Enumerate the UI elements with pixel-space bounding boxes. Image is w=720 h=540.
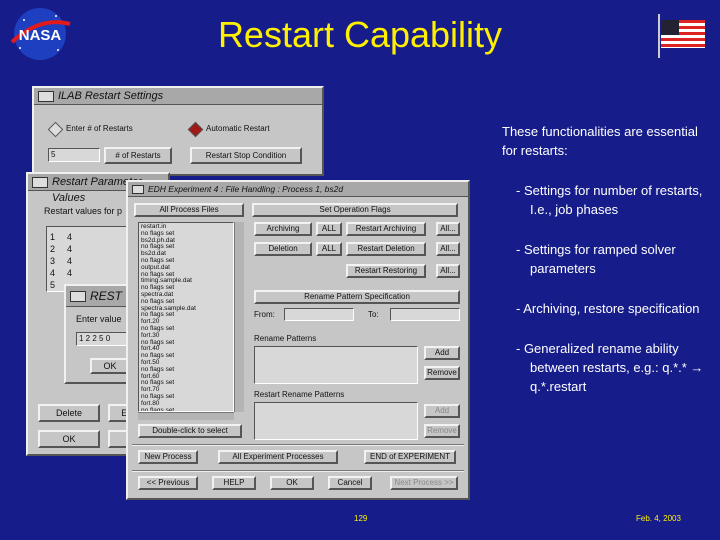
ilab-restart-settings-window: ILAB Restart Settings Enter # of Restart…: [32, 86, 324, 176]
files-hscrollbar[interactable]: [138, 412, 234, 420]
num-restarts-button[interactable]: # of Restarts: [104, 147, 172, 164]
list-item: - Generalized rename ability between res…: [516, 341, 704, 394]
restart-deletion-button[interactable]: Restart Deletion: [346, 242, 426, 256]
files-scrollbar[interactable]: [234, 222, 244, 412]
radio-enter-label: Enter # of Restarts: [66, 124, 133, 133]
window-menu-icon[interactable]: [132, 185, 144, 194]
rename-patterns-list[interactable]: [254, 346, 418, 384]
restart-archiving-button[interactable]: Restart Archiving: [346, 222, 426, 236]
ok-button[interactable]: OK: [270, 476, 314, 490]
enter-value-label: Enter value: [76, 314, 122, 324]
restart-values-label: Restart values for p: [44, 206, 123, 216]
window-title: EDH Experiment 4 : File Handling : Proce…: [148, 184, 344, 194]
window-menu-icon[interactable]: [32, 177, 48, 188]
list-item: - Archiving, restore specification: [516, 301, 700, 316]
list-item: - Settings for number of restarts, I.e.,…: [516, 183, 703, 217]
archiving-dots-button[interactable]: All...: [436, 222, 460, 236]
deletion-dots-button[interactable]: All...: [436, 242, 460, 256]
window-title: REST: [90, 289, 123, 303]
page-number: 129: [354, 514, 368, 523]
all-process-files-button[interactable]: All Process Files: [134, 203, 244, 217]
ok-button[interactable]: OK: [90, 358, 130, 374]
from-label: From:: [254, 310, 275, 319]
remove-rename-button[interactable]: Remove: [424, 366, 460, 380]
restoring-dots-button[interactable]: All...: [436, 264, 460, 278]
slide-title: Restart Capability: [217, 14, 503, 55]
separator: [132, 444, 464, 446]
from-field[interactable]: [284, 308, 354, 321]
table-row[interactable]: 34: [50, 255, 72, 267]
us-flag-icon: [656, 12, 708, 60]
ok-button[interactable]: OK: [38, 430, 100, 448]
window-title: ILAB Restart Settings: [58, 90, 164, 102]
file-handling-window: EDH Experiment 4 : File Handling : Proce…: [126, 180, 470, 500]
deletion-all-button[interactable]: ALL: [316, 242, 342, 256]
restart-rename-patterns-list[interactable]: [254, 402, 418, 440]
next-process-button[interactable]: Next Process >>: [390, 476, 458, 490]
process-files-list[interactable]: restart.in no flags set bs2d.ph.dat no fl…: [138, 222, 234, 412]
bullets-intro: These functionalities are essential for …: [502, 124, 698, 158]
archiving-all-button[interactable]: ALL: [316, 222, 342, 236]
add-restart-rename-button[interactable]: Add: [424, 404, 460, 418]
remove-restart-rename-button[interactable]: Remove: [424, 424, 460, 438]
footer-date: Feb. 4, 2003: [636, 514, 681, 523]
window-menu-icon[interactable]: [38, 91, 54, 102]
end-experiment-button[interactable]: END of EXPERIMENT: [364, 450, 456, 464]
restart-values-list[interactable]: 14 24 34 44 5: [46, 226, 136, 292]
radio-enter-icon[interactable]: [47, 121, 64, 138]
restart-stop-condition-button[interactable]: Restart Stop Condition: [190, 147, 302, 164]
radio-auto-icon[interactable]: [187, 121, 204, 138]
nasa-wordmark: NASA: [19, 27, 62, 44]
restart-restoring-button[interactable]: Restart Restoring: [346, 264, 426, 278]
window-titlebar[interactable]: EDH Experiment 4 : File Handling : Proce…: [128, 182, 468, 197]
table-row[interactable]: 24: [50, 243, 72, 255]
to-field[interactable]: [390, 308, 460, 321]
window-titlebar[interactable]: ILAB Restart Settings: [34, 88, 322, 105]
nasa-logo: NASA: [6, 6, 74, 62]
deletion-button[interactable]: Deletion: [254, 242, 312, 256]
window-menu-icon[interactable]: [70, 291, 86, 302]
add-rename-button[interactable]: Add: [424, 346, 460, 360]
table-row[interactable]: 44: [50, 267, 72, 279]
separator: [132, 470, 464, 472]
table-row[interactable]: 14: [50, 231, 72, 243]
bullet-list: These functionalities are essential for …: [502, 122, 712, 417]
list-item: - Settings for ramped solver parameters: [516, 242, 676, 276]
rename-patterns-label: Rename Patterns: [254, 334, 317, 343]
all-experiment-processes-button[interactable]: All Experiment Processes: [218, 450, 338, 464]
set-operation-flags-button[interactable]: Set Operation Flags: [252, 203, 458, 217]
previous-process-button[interactable]: << Previous: [138, 476, 198, 490]
to-label: To:: [368, 310, 379, 319]
new-process-button[interactable]: New Process: [138, 450, 198, 464]
restart-rename-patterns-label: Restart Rename Patterns: [254, 390, 345, 399]
cancel-button[interactable]: Cancel: [328, 476, 372, 490]
archiving-button[interactable]: Archiving: [254, 222, 312, 236]
radio-auto-label: Automatic Restart: [206, 124, 270, 133]
rename-pattern-spec-button[interactable]: Rename Pattern Specification: [254, 290, 460, 304]
double-click-select-button[interactable]: Double-click to select: [138, 424, 242, 438]
delete-button[interactable]: Delete: [38, 404, 100, 422]
restarts-count-field[interactable]: 5: [48, 148, 100, 162]
help-button[interactable]: HELP: [212, 476, 256, 490]
